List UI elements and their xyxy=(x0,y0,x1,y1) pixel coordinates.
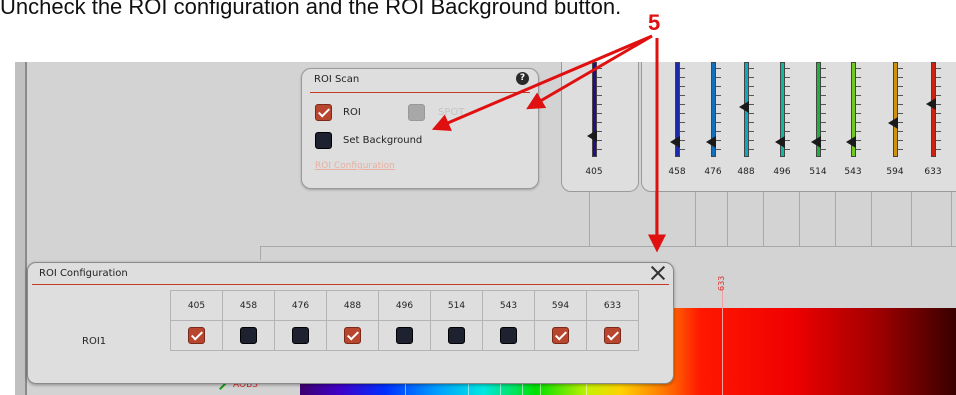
arrow-to-set-background xyxy=(431,34,653,131)
annotation-arrows xyxy=(431,34,666,253)
arrow-to-roi-scan xyxy=(526,34,653,110)
